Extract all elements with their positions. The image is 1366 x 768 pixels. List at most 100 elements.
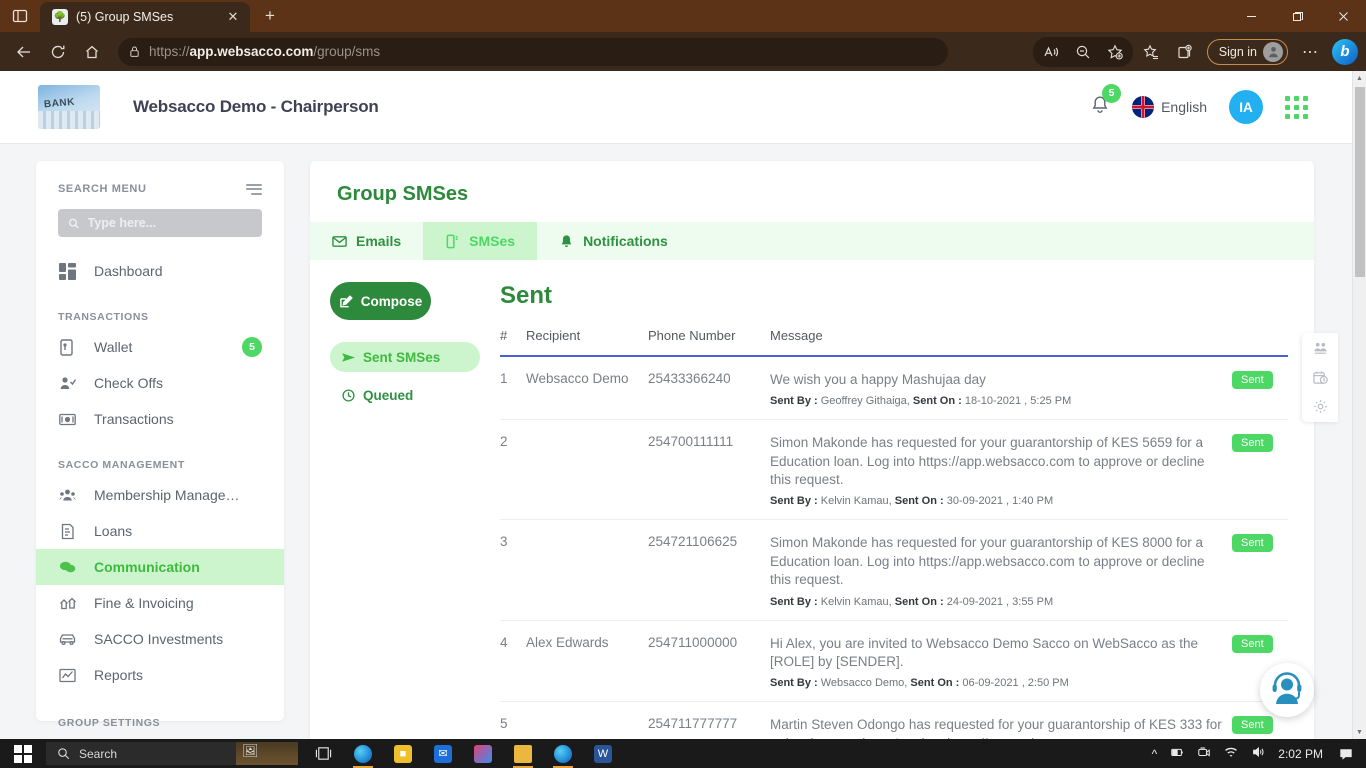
minimize-icon[interactable]: [1228, 0, 1274, 32]
home-icon[interactable]: [76, 37, 108, 67]
sent-on-value: 24-09-2021 , 3:55 PM: [946, 595, 1054, 608]
notifications-button[interactable]: 5: [1090, 83, 1122, 120]
message-meta: Sent By : Websacco Demo, Sent On : 06-09…: [770, 677, 1224, 689]
menu-collapse-icon[interactable]: [246, 183, 262, 195]
bing-copilot-icon[interactable]: b: [1332, 38, 1358, 65]
message-text: Simon Makonde has requested for your gua…: [770, 535, 1205, 588]
close-icon[interactable]: ✕: [224, 8, 242, 26]
taskbar-search[interactable]: Search: [46, 742, 298, 765]
table-header-row: # Recipient Phone Number Message: [500, 328, 1288, 357]
table-row[interactable]: 4 Alex Edwards 254711000000 Hi Alex, you…: [500, 620, 1288, 703]
tab-emails[interactable]: Emails: [310, 222, 423, 260]
file-explorer-icon[interactable]: [504, 739, 542, 768]
message-text: Hi Alex, you are invited to Websacco Dem…: [770, 635, 1198, 669]
language-selector[interactable]: English: [1132, 96, 1207, 118]
sidebar-item-fine-invoicing[interactable]: Fine & Invoicing: [36, 585, 284, 621]
gear-icon[interactable]: [1313, 399, 1328, 414]
taskbar-clock[interactable]: 2:02 PM: [1278, 747, 1323, 761]
sidebar-item-label: Check Offs: [94, 375, 163, 391]
reports-icon: [58, 667, 76, 684]
sidebar-item-sacco-investments[interactable]: SACCO Investments: [36, 621, 284, 657]
edge-glyph: [354, 744, 372, 763]
sign-in-button[interactable]: Sign in: [1206, 38, 1288, 65]
sent-by-value: Websacco Demo,: [820, 677, 908, 690]
apps-grid-icon[interactable]: [1285, 95, 1308, 119]
scrollbar-thumb[interactable]: [1355, 87, 1365, 277]
scroll-down-icon[interactable]: ▼: [1353, 725, 1366, 739]
members-icon[interactable]: [1313, 341, 1328, 356]
sidebar-item-wallet[interactable]: Wallet 5: [36, 329, 284, 365]
tab-notifications[interactable]: Notifications: [537, 222, 690, 260]
support-chat-button[interactable]: [1260, 663, 1314, 717]
store-glyph: ■: [394, 744, 412, 763]
cell-phone: 25433366240: [648, 356, 770, 421]
close-window-icon[interactable]: [1320, 0, 1366, 32]
main-card: Group SMSes Emails SMSes Notifications C…: [310, 161, 1314, 739]
avatar[interactable]: IA: [1229, 90, 1263, 124]
favorites-icon[interactable]: [1135, 37, 1167, 67]
search-input[interactable]: [87, 216, 252, 230]
battery-icon[interactable]: [1170, 745, 1184, 762]
add-favorite-icon[interactable]: [1099, 37, 1131, 67]
wallet-badge: 5: [242, 337, 262, 357]
sidebar-item-communication[interactable]: Communication: [36, 549, 284, 585]
calendar-clock-icon[interactable]: [1312, 370, 1328, 385]
collections-icon[interactable]: [1169, 37, 1201, 67]
sent-on-label: Sent On :: [894, 495, 944, 508]
back-icon[interactable]: [8, 37, 40, 67]
sidebar-item-label: Reports: [94, 667, 144, 683]
sidelink-queued[interactable]: Queued: [330, 380, 480, 410]
address-bar[interactable]: https://app.websacco.com/group/sms: [118, 37, 948, 66]
sidelink-sent-smses[interactable]: Sent SMSes: [330, 342, 480, 372]
sidebar-item-reports[interactable]: Reports: [36, 657, 284, 693]
sidelink-label: Sent SMSes: [363, 349, 441, 365]
new-tab-button[interactable]: +: [256, 2, 284, 30]
cell-phone: 254711000000: [648, 620, 770, 703]
action-center-icon[interactable]: [1336, 747, 1356, 761]
paint3d-icon[interactable]: [464, 739, 502, 768]
mail-icon[interactable]: ✉: [424, 739, 462, 768]
table-row[interactable]: 2 254700111111 Simon Makonde has request…: [500, 419, 1288, 521]
cell-phone: 254721106625: [648, 519, 770, 621]
volume-icon[interactable]: [1251, 745, 1265, 762]
tray-expand-icon[interactable]: ^: [1152, 747, 1158, 761]
websacco-favicon: 🌳: [52, 9, 68, 25]
sidebar-item-check-offs[interactable]: Check Offs: [36, 365, 284, 401]
sidebar-item-transactions[interactable]: Transactions: [36, 401, 284, 437]
browser-tab[interactable]: 🌳 (5) Group SMSes ✕: [40, 2, 250, 32]
tab-smses[interactable]: SMSes: [423, 222, 538, 260]
table-row[interactable]: 1 Websacco Demo 25433366240 We wish you …: [500, 356, 1288, 421]
reload-icon[interactable]: [42, 37, 74, 67]
message-text: Simon Makonde has requested for your gua…: [770, 435, 1205, 488]
sent-by-value: Geoffrey Githaiga,: [820, 395, 910, 408]
task-view-icon[interactable]: [304, 739, 342, 768]
search-icon: [58, 748, 70, 760]
wifi-icon[interactable]: [1224, 745, 1238, 762]
sidebar-item-membership-management[interactable]: Membership Managem…: [36, 477, 284, 513]
taskbar-search-label: Search: [79, 746, 118, 761]
sidebar-item-dashboard[interactable]: Dashboard: [36, 253, 284, 289]
sent-on-label: Sent On :: [912, 395, 962, 408]
settings-more-icon[interactable]: ⋯: [1294, 37, 1326, 67]
camera-icon[interactable]: [1197, 745, 1211, 762]
zoom-out-icon[interactable]: [1067, 37, 1099, 67]
sidebar-search[interactable]: [58, 209, 262, 237]
sms-icon: [446, 234, 458, 248]
table-row[interactable]: 3 254721106625 Simon Makonde has request…: [500, 519, 1288, 621]
edge-icon[interactable]: [344, 739, 382, 768]
browser-window: 🌳 (5) Group SMSes ✕ + https://app.websac…: [0, 0, 1366, 768]
read-aloud-icon[interactable]: [1035, 37, 1067, 67]
compose-button[interactable]: Compose: [330, 282, 431, 320]
sidebar-item-loans[interactable]: Loans: [36, 513, 284, 549]
bell-icon: [561, 234, 572, 247]
edge-2-icon[interactable]: [544, 739, 582, 768]
message-text: Martin Steven Odongo has requested for y…: [770, 717, 1222, 739]
store-icon[interactable]: ■: [384, 739, 422, 768]
table-row[interactable]: 5 254711777777 Martin Steven Odongo has …: [500, 701, 1288, 739]
tab-sidebar-toggle-icon[interactable]: [0, 0, 40, 32]
scroll-up-icon[interactable]: ▲: [1353, 71, 1366, 85]
start-button[interactable]: [0, 739, 46, 768]
page-scrollbar[interactable]: ▲ ▼: [1352, 71, 1366, 739]
word-icon[interactable]: W: [584, 739, 622, 768]
maximize-icon[interactable]: [1274, 0, 1320, 32]
